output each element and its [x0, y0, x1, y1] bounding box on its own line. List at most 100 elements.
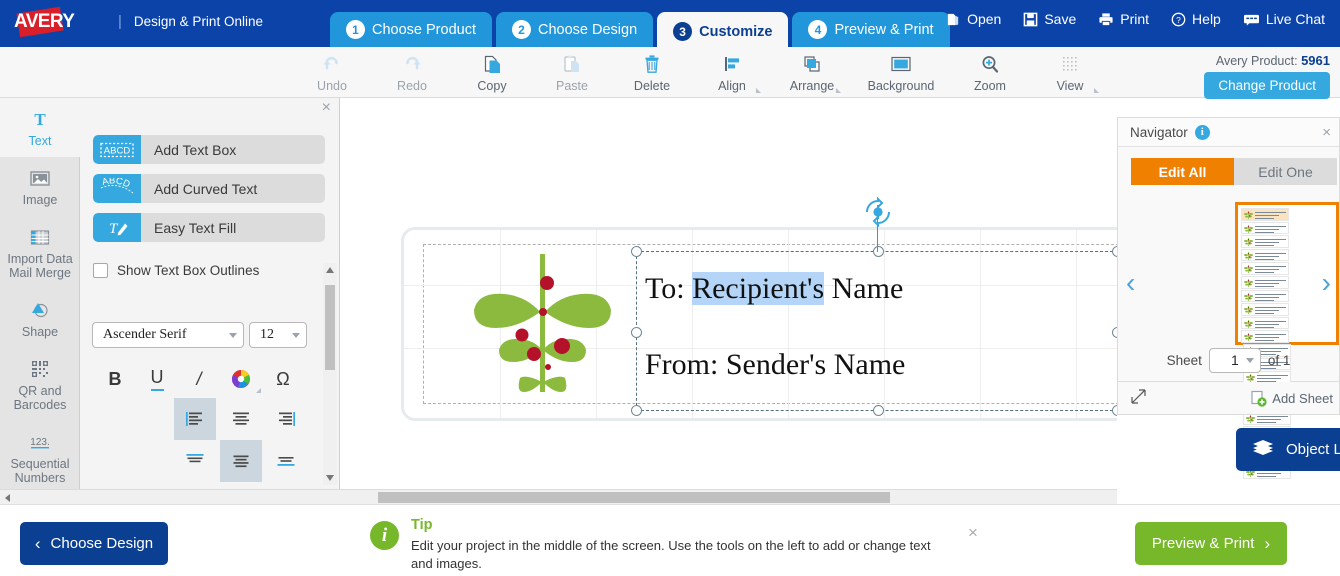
arrange-button[interactable]: Arrange [772, 47, 852, 98]
arrange-label: Arrange [789, 79, 835, 93]
rail-label-import-l2: Mail Merge [9, 266, 71, 280]
thumbnail-label-cell[interactable] [1241, 235, 1289, 248]
thumbnail-label-cell[interactable] [1241, 275, 1289, 289]
sheet-selector-row: Sheet 1 of 1 [1118, 348, 1339, 373]
scrollbar-thumb[interactable] [325, 285, 335, 370]
panel-close-icon[interactable]: × [322, 100, 331, 116]
object-list-button[interactable]: Object List [1236, 428, 1340, 471]
info-i-icon: i [370, 521, 399, 550]
selected-text[interactable]: Recipient's [692, 272, 825, 305]
thumbnail-label-cell[interactable] [1241, 330, 1289, 343]
align-button[interactable]: Align [692, 47, 772, 98]
valign-top-button[interactable] [174, 440, 216, 482]
tip-close-icon[interactable]: × [968, 523, 978, 543]
tab-choose-product[interactable]: 1 Choose Product [330, 12, 492, 47]
tab-preview-print[interactable]: 4 Preview & Print [792, 12, 950, 47]
thumbnail-label-cell[interactable] [1241, 303, 1289, 316]
resize-handle-bl[interactable] [631, 405, 642, 416]
thumbnail-label-cell[interactable] [1241, 221, 1289, 235]
open-button[interactable]: Open [935, 11, 1012, 27]
rail-item-text[interactable]: T Text [0, 98, 80, 157]
navigator-close-icon[interactable]: × [1322, 124, 1331, 141]
expand-arrows-icon[interactable] [1130, 388, 1147, 408]
panel-scrollbar[interactable] [323, 263, 337, 485]
special-character-button[interactable]: Ω [262, 362, 304, 396]
undo-button[interactable]: Undo [292, 47, 372, 98]
text-line-from[interactable]: From: Sender's Name [645, 348, 905, 382]
scroll-down-icon[interactable] [326, 475, 334, 481]
italic-button[interactable]: / [178, 362, 220, 396]
thumbnail-label-cell[interactable] [1241, 248, 1289, 262]
text-tool-panel: × ABCD Add Text Box ABCD Add Curved Text… [80, 98, 340, 491]
zoom-button[interactable]: Zoom [950, 47, 1030, 98]
align-center-button[interactable] [220, 398, 262, 440]
add-text-box-label: Add Text Box [154, 141, 237, 158]
resize-handle-tl[interactable] [631, 246, 642, 257]
background-button[interactable]: Background [852, 47, 950, 98]
add-text-box-button[interactable]: ABCD Add Text Box [93, 135, 325, 164]
rail-item-import-data[interactable]: Import Data Mail Merge [0, 216, 80, 289]
bold-button[interactable]: B [94, 362, 136, 396]
scroll-left-icon[interactable] [5, 494, 10, 502]
edit-one-tab[interactable]: Edit One [1234, 158, 1337, 185]
thumb-text-lines [1255, 279, 1286, 289]
add-curved-text-button[interactable]: ABCD Add Curved Text [93, 174, 325, 203]
save-button[interactable]: Save [1012, 11, 1087, 27]
resize-handle-ml[interactable] [631, 327, 642, 338]
thumbnail-label-cell[interactable] [1241, 316, 1289, 330]
thumbnail-label-cell[interactable] [1241, 289, 1289, 303]
h-scrollbar-thumb[interactable] [378, 492, 890, 503]
valign-bottom-button[interactable] [265, 440, 307, 482]
design-canvas[interactable]: To: Recipient's Name From: Sender's Name [341, 98, 1117, 491]
tab-label: Customize [699, 23, 773, 40]
delete-button[interactable]: Delete [612, 47, 692, 98]
zoom-label: Zoom [974, 79, 1006, 93]
choose-design-button[interactable]: ‹ Choose Design [20, 522, 168, 565]
thumb-text-lines [1255, 307, 1286, 316]
text-color-button[interactable] [220, 362, 262, 396]
add-sheet-button[interactable]: Add Sheet [1250, 390, 1333, 407]
thumbnail-label-cell[interactable] [1241, 208, 1289, 221]
font-family-select[interactable]: Ascender Serif [92, 322, 244, 348]
print-button[interactable]: Print [1087, 11, 1160, 27]
tab-choose-design[interactable]: 2 Choose Design [495, 12, 654, 47]
rail-item-qr-barcodes[interactable]: QR and Barcodes [0, 348, 80, 421]
show-text-box-outlines-row[interactable]: Show Text Box Outlines [93, 263, 259, 278]
paste-button[interactable]: Paste [532, 47, 612, 98]
font-size-select[interactable]: 12 [249, 322, 307, 348]
view-button[interactable]: View [1030, 47, 1110, 98]
copy-button[interactable]: Copy [452, 47, 532, 98]
clipboard-icon [560, 52, 584, 76]
prev-sheet-button[interactable]: ‹ [1126, 269, 1135, 297]
underline-button[interactable]: U [136, 362, 178, 396]
align-left-button[interactable] [174, 398, 216, 440]
green-leaves-red-berries-icon[interactable] [464, 250, 624, 410]
rail-item-image[interactable]: Image [0, 157, 80, 216]
show-outlines-checkbox[interactable] [93, 263, 108, 278]
resize-handle-tc[interactable] [873, 246, 884, 257]
valign-middle-button[interactable] [219, 440, 262, 482]
rail-item-shape[interactable]: Shape [0, 289, 80, 348]
tab-customize[interactable]: 3 Customize [657, 12, 789, 51]
help-button[interactable]: ? Help [1160, 11, 1232, 27]
align-right-button[interactable] [265, 398, 307, 440]
preview-print-button[interactable]: Preview & Print › [1135, 522, 1287, 565]
label-card[interactable]: To: Recipient's Name From: Sender's Name [401, 197, 1117, 421]
next-sheet-button[interactable]: › [1322, 269, 1331, 297]
rail-item-sequential-numbers[interactable]: 123. Sequential Numbers [0, 421, 80, 494]
scroll-up-icon[interactable] [326, 267, 334, 273]
thumbnail-label-cell[interactable] [1241, 262, 1289, 275]
brand-logo[interactable]: AVERY | Design & Print Online [14, 6, 263, 38]
info-icon[interactable]: i [1194, 124, 1210, 140]
sheet-number-select[interactable]: 1 [1208, 348, 1261, 373]
canvas-horizontal-scrollbar[interactable] [0, 489, 1117, 504]
selected-text-box[interactable]: To: Recipient's Name From: Sender's Name [631, 197, 1117, 416]
text-line-to[interactable]: To: Recipient's Name [645, 272, 903, 306]
easy-text-fill-button[interactable]: T Easy Text Fill [93, 213, 325, 242]
resize-handle-bc[interactable] [873, 405, 884, 416]
edit-all-tab[interactable]: Edit All [1131, 158, 1234, 185]
redo-button[interactable]: Redo [372, 47, 452, 98]
rotate-handle-icon[interactable] [863, 197, 893, 227]
live-chat-button[interactable]: Live Chat [1232, 11, 1336, 27]
change-product-button[interactable]: Change Product [1204, 72, 1330, 99]
